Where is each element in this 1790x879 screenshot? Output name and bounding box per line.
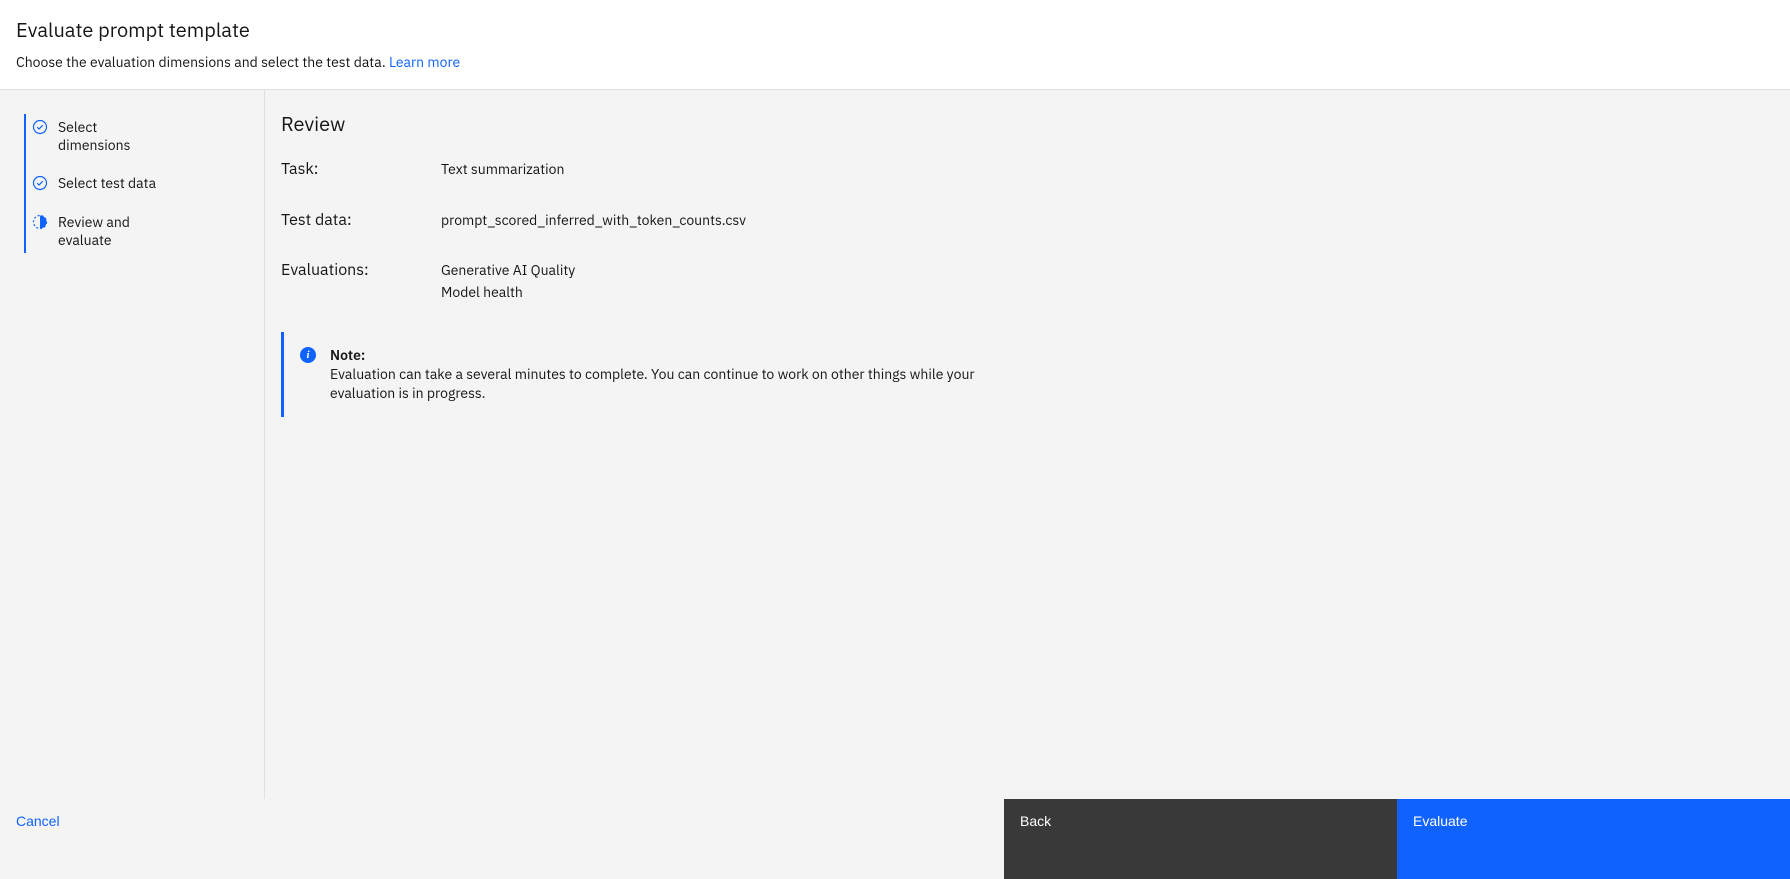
note-title: Note: xyxy=(330,346,365,364)
section-title: Review xyxy=(281,110,1774,137)
evaluate-button[interactable]: Evaluate xyxy=(1397,799,1790,879)
info-icon: i xyxy=(300,347,316,363)
progress-list: Select dimensions Select test data xyxy=(24,114,264,253)
progress-sidebar: Select dimensions Select test data xyxy=(0,90,265,799)
subtitle-text: Choose the evaluation dimensions and sel… xyxy=(16,53,389,71)
review-value-item: prompt_scored_inferred_with_token_counts… xyxy=(441,211,746,231)
checkmark-outline-icon xyxy=(32,175,48,191)
back-button[interactable]: Back xyxy=(1004,799,1397,879)
review-row-task: Task: Text summarization xyxy=(281,159,1774,182)
review-value: Generative AI Quality Model health xyxy=(441,260,575,304)
incomplete-icon xyxy=(32,214,48,230)
cancel-button[interactable]: Cancel xyxy=(0,799,1004,879)
progress-step-label: Select test data xyxy=(58,174,156,192)
footer-actions: Cancel Back Evaluate xyxy=(0,799,1790,879)
review-label: Evaluations: xyxy=(281,260,441,280)
review-value-item: Generative AI Quality xyxy=(441,261,575,281)
note-body: Evaluation can take a several minutes to… xyxy=(330,365,975,402)
review-label: Task: xyxy=(281,159,441,179)
note-content: Note: Evaluation can take a several minu… xyxy=(330,346,985,403)
learn-more-link[interactable]: Learn more xyxy=(389,53,460,71)
review-value-item: Text summarization xyxy=(441,160,564,180)
main-content: Review Task: Text summarization Test dat… xyxy=(265,90,1790,799)
info-note: i Note: Evaluation can take a several mi… xyxy=(281,332,1001,417)
progress-step-label: Review and evaluate xyxy=(58,213,168,249)
review-value: prompt_scored_inferred_with_token_counts… xyxy=(441,210,746,233)
review-row-test-data: Test data: prompt_scored_inferred_with_t… xyxy=(281,210,1774,233)
checkmark-outline-icon xyxy=(32,119,48,135)
page-subtitle: Choose the evaluation dimensions and sel… xyxy=(16,53,1774,71)
review-value-item: Model health xyxy=(441,283,575,303)
page-header: Evaluate prompt template Choose the eval… xyxy=(0,0,1790,90)
review-value: Text summarization xyxy=(441,159,564,182)
progress-step-select-dimensions[interactable]: Select dimensions xyxy=(26,114,264,170)
review-row-evaluations: Evaluations: Generative AI Quality Model… xyxy=(281,260,1774,304)
progress-step-label: Select dimensions xyxy=(58,118,168,154)
page-body: Select dimensions Select test data xyxy=(0,90,1790,799)
progress-step-select-test-data[interactable]: Select test data xyxy=(26,170,264,208)
progress-step-review-evaluate[interactable]: Review and evaluate xyxy=(26,209,264,253)
page-title: Evaluate prompt template xyxy=(16,16,1774,43)
review-label: Test data: xyxy=(281,210,441,230)
